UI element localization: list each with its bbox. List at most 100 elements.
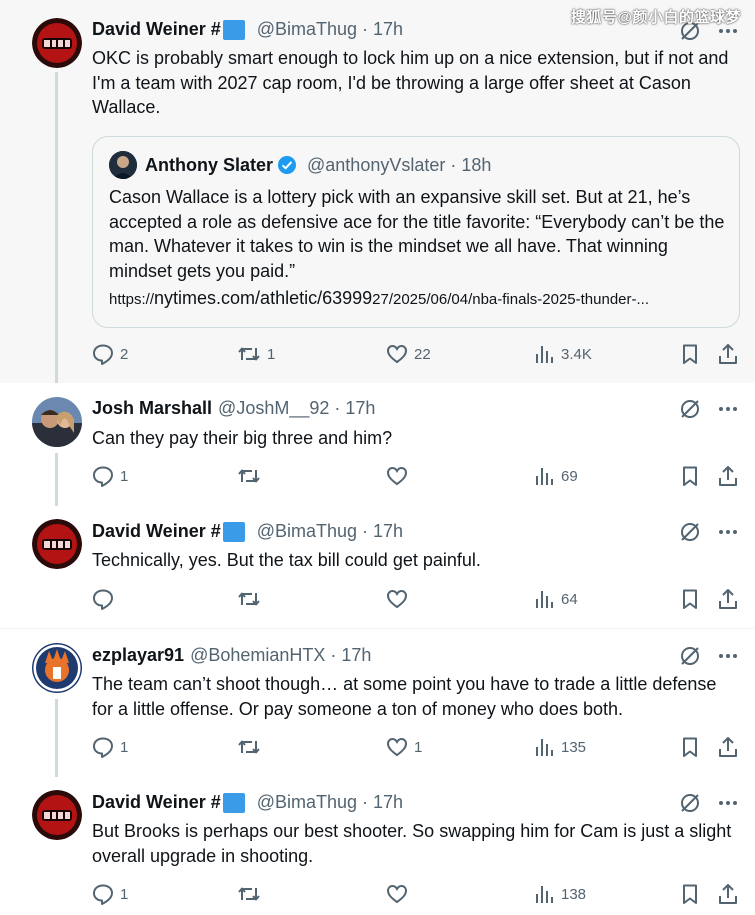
reply-count: 1 [120,467,129,485]
bookmark-button[interactable] [679,736,701,758]
user-handle[interactable]: @BimaThug [257,19,357,40]
timestamp[interactable]: 17h [345,398,375,419]
grok-icon[interactable] [679,645,701,667]
grok-icon[interactable] [679,398,701,420]
quoted-tweet[interactable]: Anthony Slater @anthonyVslater · 18h Cas… [92,136,740,328]
views-icon [536,886,553,903]
separator-dot: · [450,154,457,175]
reply-count: 2 [120,345,129,363]
user-handle[interactable]: @BohemianHTX [190,645,325,666]
reply-icon [93,884,113,905]
share-button[interactable] [717,736,739,758]
views-button[interactable]: 64 [533,588,578,610]
tweet-header: Josh Marshall @JoshM__92 · 17h [92,398,375,419]
tweet[interactable]: Josh Marshall @JoshM__92 · 17h Can they … [0,383,755,506]
bookmark-button[interactable] [679,588,701,610]
tweet[interactable]: David Weiner # @BimaThug · 17h Technical… [0,506,755,628]
separator-dot: · [362,792,369,812]
view-count: 69 [561,467,578,485]
reply-button[interactable] [92,588,114,610]
share-icon [719,344,737,364]
display-name[interactable]: David Weiner # [92,521,221,542]
bookmark-icon [683,344,697,364]
retweet-button[interactable] [237,883,261,905]
bookmark-icon [683,589,697,609]
display-name[interactable]: David Weiner # [92,19,221,40]
share-button[interactable] [717,343,739,365]
quote-link[interactable]: https://nytimes.com/athletic/6399927/202… [109,288,725,309]
like-button[interactable] [386,465,408,487]
display-name[interactable]: Josh Marshall [92,398,212,419]
timestamp[interactable]: 17h [373,792,403,813]
bookmark-icon [683,466,697,486]
views-button[interactable]: 69 [533,465,578,487]
user-handle[interactable]: @BimaThug [257,521,357,542]
flag-icon [222,792,245,813]
avatar[interactable] [32,643,82,693]
user-handle[interactable]: @JoshM__92 [218,398,329,419]
views-button[interactable]: 135 [533,736,586,758]
tweet[interactable]: David Weiner # @BimaThug · 17h But Brook… [0,777,755,915]
grok-icon[interactable] [679,521,701,543]
more-icon[interactable] [717,521,739,543]
reply-button[interactable]: 1 [92,883,128,905]
views-button[interactable]: 138 [533,883,586,905]
timestamp[interactable]: 17h [373,521,403,542]
quote-timestamp[interactable]: 18h [461,155,491,176]
bookmark-button[interactable] [679,343,701,365]
reply-icon [93,589,113,610]
like-button[interactable]: 22 [386,343,431,365]
tweet-actions: 1 69 [92,465,742,491]
views-icon [536,346,553,363]
avatar[interactable] [32,519,82,569]
quote-user-handle[interactable]: @anthonyVslater [307,155,445,176]
tweet[interactable]: David Weiner # @BimaThug · 17h OKC is pr… [0,0,755,383]
more-icon[interactable] [717,398,739,420]
retweet-icon [238,740,260,754]
retweet-button[interactable] [237,588,261,610]
quote-display-name[interactable]: Anthony Slater [145,155,273,176]
retweet-button[interactable]: 1 [237,343,275,365]
avatar[interactable] [32,397,82,447]
display-name[interactable]: ezplayar91 [92,645,184,666]
timestamp[interactable]: 17h [341,645,371,666]
bookmark-button[interactable] [679,465,701,487]
more-icon[interactable] [717,792,739,814]
like-button[interactable]: 1 [386,736,422,758]
reply-button[interactable]: 1 [92,736,128,758]
share-button[interactable] [717,465,739,487]
quote-avatar[interactable] [109,151,137,179]
more-icon[interactable] [717,645,739,667]
grok-icon[interactable] [679,792,701,814]
quote-avatar-image [109,151,137,179]
tweet-header: ezplayar91 @BohemianHTX · 17h [92,645,371,666]
quote-text: Cason Wallace is a lottery pick with an … [109,187,725,281]
avatar-image [32,397,82,447]
share-button[interactable] [717,883,739,905]
heart-icon [386,884,408,904]
share-button[interactable] [717,588,739,610]
retweet-button[interactable] [237,736,261,758]
user-handle[interactable]: @BimaThug [257,792,357,813]
tweet-text: Can they pay their big three and him? [92,428,393,448]
retweet-icon [238,887,260,901]
avatar[interactable] [32,18,82,68]
timestamp[interactable]: 17h [373,19,403,40]
heart-icon [386,344,408,364]
views-button[interactable]: 3.4K [533,343,592,365]
avatar[interactable] [32,790,82,840]
reply-button[interactable]: 2 [92,343,128,365]
retweet-button[interactable] [237,465,261,487]
share-icon [719,589,737,609]
tweet-header: David Weiner # @BimaThug · 17h [92,521,403,542]
tweet-header: David Weiner # @BimaThug · 17h [92,792,403,813]
tweet-top-icons [679,645,739,667]
like-button[interactable] [386,883,408,905]
display-name[interactable]: David Weiner # [92,792,221,813]
like-button[interactable] [386,588,408,610]
link-main: nytimes.com/athletic/63999 [154,288,373,308]
share-icon [719,466,737,486]
reply-button[interactable]: 1 [92,465,128,487]
bookmark-button[interactable] [679,883,701,905]
tweet[interactable]: ezplayar91 @BohemianHTX · 17h The team c… [0,629,755,777]
